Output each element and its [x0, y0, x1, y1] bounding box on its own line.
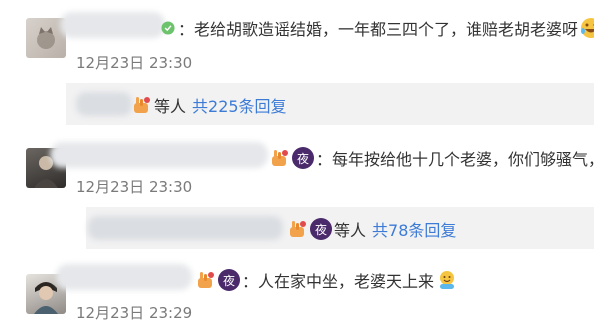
comment-time: 12月23日 23:30	[76, 52, 192, 73]
comment-time: 12月23日 23:30	[76, 176, 192, 197]
reply-count-link[interactable]: 共225条回复	[192, 93, 287, 117]
comment-text-line: 夜 ：人在家中坐，老婆天上来	[194, 268, 460, 292]
hand-badge-icon	[268, 147, 290, 169]
reply-summary-1[interactable]: 等人 共225条回复	[66, 83, 594, 125]
comment-2: 夜 ：每年按给他十几个老婆，你们够骚气， 12月23日 23:30	[0, 140, 594, 200]
comment-3: 夜 ：人在家中坐，老婆天上来 12月23日 23:29	[0, 262, 594, 321]
username-blurred[interactable]	[60, 12, 165, 38]
comment-text: ：每年按给他十几个老婆，你们够骚气，	[316, 146, 594, 170]
night-badge-icon: 夜	[218, 269, 240, 291]
username-blurred[interactable]	[50, 142, 268, 168]
member-badge-icon	[160, 20, 176, 36]
reply-summary-text: 夜 等人 共78条回复	[286, 217, 456, 241]
reply-users-blurred	[76, 92, 132, 116]
hand-badge-icon	[286, 218, 308, 240]
username-blurred[interactable]	[56, 264, 192, 290]
reply-suffix: 等人	[154, 93, 186, 117]
comment-text-line: ：老给胡歌造谣结婚，一年都三四个了，谁赔老胡老婆呀	[160, 16, 594, 40]
reply-users-blurred	[88, 216, 283, 240]
comment-text-line: 夜 ：每年按给他十几个老婆，你们够骚气，	[268, 146, 594, 170]
comment-text: ：人在家中坐，老婆天上来	[242, 268, 434, 292]
hand-badge-icon	[130, 94, 152, 116]
comment-1: ：老给胡歌造谣结婚，一年都三四个了，谁赔老胡老婆呀 12月23日 23:30	[0, 0, 594, 90]
reply-summary-2[interactable]: 夜 等人 共78条回复	[86, 207, 594, 249]
comment-text: ：老给胡歌造谣结婚，一年都三四个了，谁赔老胡老婆呀	[178, 16, 578, 40]
hand-badge-icon	[194, 269, 216, 291]
comment-time: 12月23日 23:29	[76, 302, 192, 323]
reply-summary-text: 等人 共225条回复	[130, 93, 287, 117]
night-badge-icon: 夜	[310, 218, 332, 240]
reply-suffix: 等人	[334, 217, 366, 241]
reply-count-link[interactable]: 共78条回复	[372, 217, 456, 241]
emoji-laugh-icon	[580, 17, 594, 39]
emoji-thumbsup-icon	[436, 269, 458, 291]
night-badge-icon: 夜	[292, 147, 314, 169]
